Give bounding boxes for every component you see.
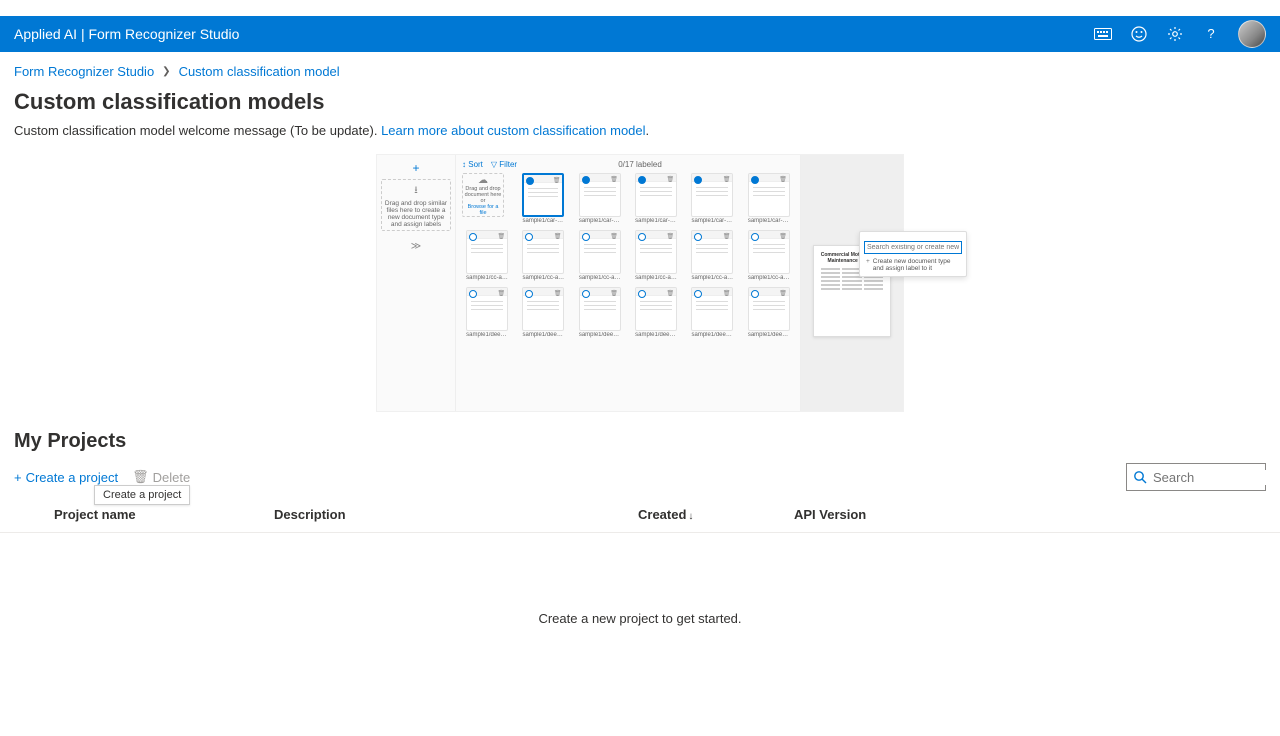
sort-desc-icon: ↓ <box>688 511 693 522</box>
projects-table-header: Project name Description Created↓ API Ve… <box>0 497 1280 533</box>
create-new-doc-type-option[interactable]: +Create new document type and assign lab… <box>864 254 962 272</box>
download-icon: ⭳ <box>414 183 418 200</box>
thumbnail[interactable]: 🗑 <box>748 230 790 274</box>
col-created[interactable]: Created↓ <box>638 507 794 522</box>
col-description[interactable]: Description <box>274 507 638 522</box>
thumbnail[interactable]: 🗑 <box>522 173 564 217</box>
top-bar: Applied AI | Form Recognizer Studio ? <box>0 16 1280 52</box>
thumbnail-label: sample1/cc-auth/C... <box>466 275 508 281</box>
thumbnail-label: sample1/deed-of-t... <box>466 332 508 338</box>
collapse-icon[interactable]: ≫ <box>411 241 421 252</box>
thumbnail[interactable]: 🗑 <box>466 230 508 274</box>
thumbnail-label: sample1/car-maint... <box>691 218 733 224</box>
thumbnail[interactable]: 🗑 <box>635 173 677 217</box>
chevron-right-icon: ❯ <box>162 66 170 77</box>
create-project-button[interactable]: + Create a project <box>14 470 118 485</box>
thumbnail[interactable]: 🗑 <box>579 173 621 217</box>
thumbnail-label: sample1/deed-of-t... <box>635 332 677 338</box>
project-search-input[interactable] <box>1153 470 1280 485</box>
plus-icon: + <box>14 470 22 485</box>
welcome-prefix: Custom classification model welcome mess… <box>14 123 381 138</box>
thumbnail[interactable]: 🗑 <box>579 230 621 274</box>
add-doc-type-icon[interactable]: + <box>412 161 419 175</box>
keyboard-icon[interactable] <box>1094 25 1112 43</box>
projects-actions: + Create a project 🗑 Delete Create a pro… <box>0 459 1280 497</box>
hero-sidebar: + ⭳ Drag and drop similar files here to … <box>377 155 455 411</box>
thumbnail-label: sample1/cc-auth/C... <box>691 275 733 281</box>
thumbnail-label: sample1/deed-of-t... <box>748 332 790 338</box>
thumbnail[interactable]: 🗑 <box>691 173 733 217</box>
thumbnail[interactable]: 🗑 <box>522 230 564 274</box>
label-count: 0/17 labeled <box>618 160 662 169</box>
thumbnail-label: sample1/cc-auth/C... <box>579 275 621 281</box>
drop-type-text: Drag and drop similar files here to crea… <box>384 200 448 228</box>
thumbnail[interactable]: 🗑 <box>635 287 677 331</box>
thumbnail[interactable]: 🗑 <box>691 287 733 331</box>
filter-button[interactable]: ▽ Filter <box>491 160 517 169</box>
help-icon[interactable]: ? <box>1202 25 1220 43</box>
thumbnail[interactable]: 🗑 <box>635 230 677 274</box>
settings-icon[interactable] <box>1166 25 1184 43</box>
thumbnail-label: sample1/car-maint... <box>579 218 621 224</box>
trash-icon: 🗑 <box>132 469 149 485</box>
thumbnail[interactable]: 🗑 <box>466 287 508 331</box>
thumbnail-label: sample1/deed-of-t... <box>522 332 564 338</box>
preview-pane: Commercial Motor VehicleMaintenance Reco… <box>801 155 903 411</box>
cloud-upload-icon: ☁ <box>478 175 488 186</box>
thumbnail-label: sample1/car-maint... <box>522 218 564 224</box>
drop-type-zone[interactable]: ⭳ Drag and drop similar files here to cr… <box>381 179 451 231</box>
label-popover: +Create new document type and assign lab… <box>859 231 967 277</box>
breadcrumb-root[interactable]: Form Recognizer Studio <box>14 64 154 79</box>
col-project-name[interactable]: Project name <box>14 507 274 522</box>
avatar[interactable] <box>1238 20 1266 48</box>
thumbnail[interactable]: 🗑 <box>748 287 790 331</box>
thumbnail-label: sample1/car-maint... <box>748 218 790 224</box>
thumbnail[interactable]: 🗑 <box>579 287 621 331</box>
plus-icon: + <box>866 258 870 272</box>
delete-project-button: 🗑 Delete <box>132 469 190 485</box>
learn-more-link[interactable]: Learn more about custom classification m… <box>381 123 645 138</box>
breadcrumb-current[interactable]: Custom classification model <box>179 64 340 79</box>
thumbnail-label: sample1/deed-of-t... <box>691 332 733 338</box>
hero-illustration: + ⭳ Drag and drop similar files here to … <box>0 148 1280 424</box>
drop-document-zone[interactable]: ☁ Drag and drop document here or Browse … <box>462 173 504 217</box>
feedback-icon[interactable] <box>1130 25 1148 43</box>
col-api-version[interactable]: API Version <box>794 507 1266 522</box>
search-icon <box>1133 470 1147 484</box>
breadcrumb: Form Recognizer Studio ❯ Custom classifi… <box>0 52 1280 85</box>
hero-gallery: ↕ Sort ▽ Filter 0/17 labeled ☁ Drag and … <box>455 155 801 411</box>
drop-doc-text: Drag and drop document here <box>464 186 502 198</box>
thumbnail[interactable]: 🗑 <box>748 173 790 217</box>
thumbnail-label: sample1/cc-auth/C... <box>522 275 564 281</box>
sort-button[interactable]: ↕ Sort <box>462 160 483 169</box>
thumbnail-label: sample1/deed-of-t... <box>579 332 621 338</box>
topbar-actions: ? <box>1094 20 1266 48</box>
thumbnail-grid: ☁ Drag and drop document here or Browse … <box>462 173 794 338</box>
project-search[interactable] <box>1126 463 1266 491</box>
create-project-tooltip: Create a project <box>94 485 190 505</box>
thumbnail[interactable]: 🗑 <box>691 230 733 274</box>
thumbnail[interactable]: 🗑 <box>522 287 564 331</box>
page-title: Custom classification models <box>0 85 1280 123</box>
thumbnail-label: sample1/car-maint... <box>635 218 677 224</box>
thumbnail-label: sample1/cc-auth/C... <box>748 275 790 281</box>
projects-title: My Projects <box>0 424 1280 459</box>
empty-state: Create a new project to get started. <box>0 533 1280 704</box>
browse-file-link[interactable]: Browse for a file <box>464 204 502 216</box>
welcome-text: Custom classification model welcome mess… <box>0 123 1280 148</box>
app-title: Applied AI | Form Recognizer Studio <box>14 26 239 42</box>
thumbnail-label: sample1/cc-auth/C... <box>635 275 677 281</box>
label-search-input[interactable] <box>864 241 962 254</box>
svg-text:?: ? <box>1207 26 1214 41</box>
